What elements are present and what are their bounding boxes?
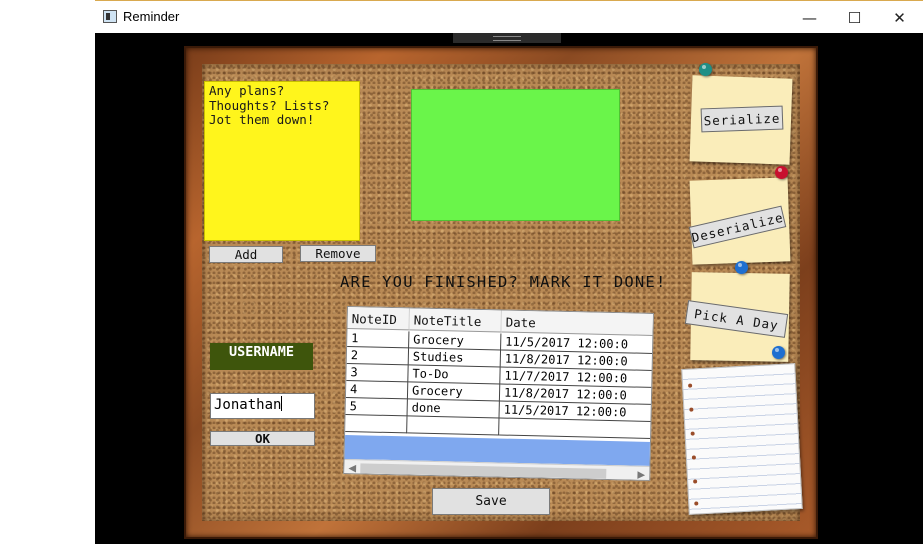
window-bottom-edge bbox=[95, 544, 923, 552]
notes-table[interactable]: NoteID NoteTitle Date 1 Grocery 11/5/201… bbox=[343, 306, 654, 481]
binder-hole bbox=[688, 383, 693, 388]
minimize-icon[interactable]: — bbox=[787, 1, 832, 34]
username-input[interactable]: Jonathan bbox=[210, 393, 315, 419]
save-button[interactable]: Save bbox=[432, 488, 550, 515]
scroll-left-icon[interactable]: ◀ bbox=[345, 461, 359, 475]
table-cell[interactable]: done bbox=[407, 399, 500, 419]
table-cell[interactable]: 4 bbox=[345, 381, 409, 400]
table-cell[interactable]: Grocery bbox=[407, 382, 501, 402]
table-cell[interactable]: 1 bbox=[347, 330, 410, 349]
table-cell[interactable] bbox=[407, 416, 500, 436]
table-cell[interactable]: 3 bbox=[346, 364, 409, 383]
column-header-date[interactable]: Date bbox=[501, 310, 654, 336]
ok-button[interactable]: OK bbox=[210, 431, 315, 446]
title-bar[interactable]: Reminder — ☐ ✕ bbox=[95, 0, 923, 33]
app-icon bbox=[103, 10, 117, 23]
table-cell[interactable]: Studies bbox=[408, 348, 502, 368]
text-caret bbox=[281, 396, 283, 411]
remove-button[interactable]: Remove bbox=[300, 245, 376, 262]
pin-icon bbox=[775, 166, 788, 179]
binder-hole bbox=[694, 501, 699, 506]
done-headline: ARE YOU FINISHED? MARK IT DONE! bbox=[340, 273, 667, 291]
column-header-noteid[interactable]: NoteID bbox=[347, 307, 410, 331]
sticky-note-text[interactable]: Any plans? Thoughts? Lists? Jot them dow… bbox=[209, 83, 357, 128]
username-value: Jonathan bbox=[214, 397, 282, 413]
binder-hole bbox=[690, 431, 695, 436]
table-cell[interactable] bbox=[499, 418, 653, 439]
binder-hole bbox=[693, 479, 698, 484]
table-cell[interactable]: 5 bbox=[345, 397, 408, 417]
close-icon[interactable]: ✕ bbox=[877, 1, 922, 34]
scroll-right-icon[interactable]: ▶ bbox=[634, 468, 648, 481]
green-note-panel[interactable] bbox=[411, 89, 620, 221]
table-cell[interactable]: Grocery bbox=[409, 331, 502, 351]
table-cell[interactable] bbox=[345, 414, 408, 434]
window-title: Reminder bbox=[123, 9, 180, 24]
pin-icon bbox=[772, 346, 785, 359]
pin-icon bbox=[735, 261, 748, 274]
sticky-note[interactable]: Any plans? Thoughts? Lists? Jot them dow… bbox=[204, 81, 360, 241]
serialize-button[interactable]: Serialize bbox=[700, 105, 784, 133]
binder-hole bbox=[689, 407, 694, 412]
username-label: USERNAME bbox=[210, 343, 313, 370]
maximize-icon[interactable]: ☐ bbox=[832, 1, 877, 34]
client-area: Any plans? Thoughts? Lists? Jot them dow… bbox=[95, 33, 923, 544]
drag-grip[interactable] bbox=[453, 33, 561, 43]
binder-hole bbox=[691, 455, 697, 460]
add-button[interactable]: Add bbox=[209, 246, 283, 263]
column-header-notetitle[interactable]: NoteTitle bbox=[409, 308, 502, 333]
lined-paper-note bbox=[681, 363, 803, 515]
table-cell[interactable]: To-Do bbox=[408, 365, 501, 385]
pin-icon bbox=[699, 63, 712, 76]
table-cell[interactable]: 2 bbox=[346, 347, 410, 366]
